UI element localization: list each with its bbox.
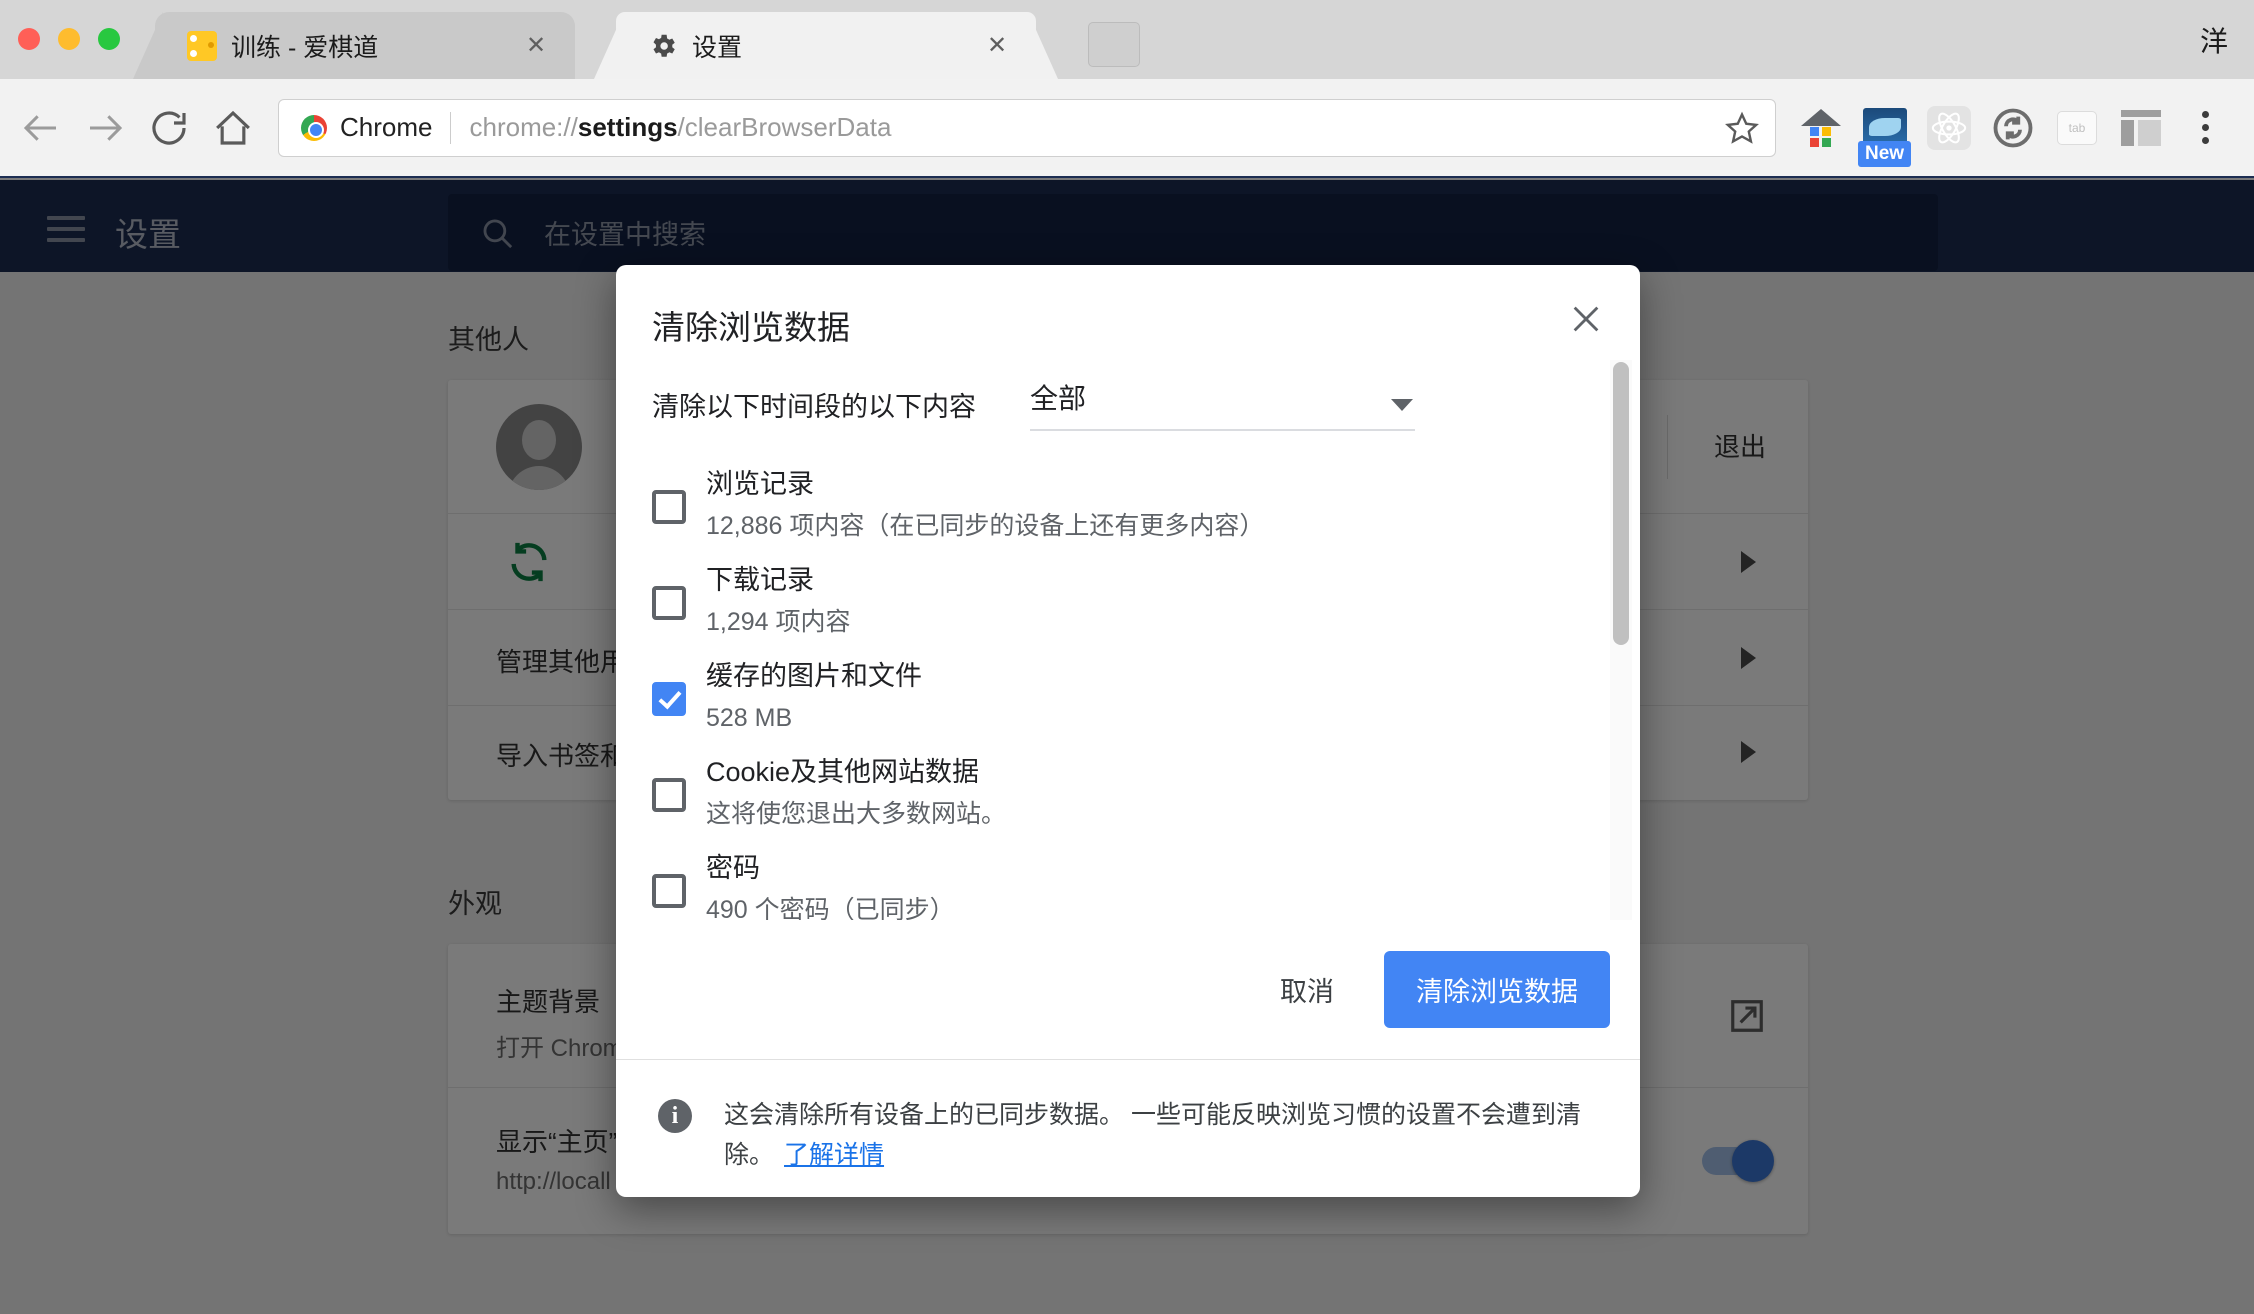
- list-item[interactable]: 密码 490 个密码（已同步）: [616, 852, 1640, 920]
- address-bar[interactable]: Chrome chrome://settings/clearBrowserDat…: [278, 98, 1776, 157]
- close-window-button[interactable]: [18, 28, 40, 50]
- note-text-wrap: 这会清除所有设备上的已同步数据。 一些可能反映浏览习惯的设置不会遭到清除。 了解详…: [724, 1095, 1598, 1175]
- option-title: 缓存的图片和文件: [706, 661, 922, 691]
- close-icon[interactable]: ✕: [984, 32, 1010, 59]
- dialog-note: i 这会清除所有设备上的已同步数据。 一些可能反映浏览习惯的设置不会遭到清除。了…: [616, 1061, 1640, 1197]
- learn-more-link[interactable]: 了解详情: [784, 1141, 884, 1169]
- omnibox-chip-label: Chrome: [340, 112, 433, 142]
- profile-badge[interactable]: 洋: [2200, 20, 2228, 60]
- close-icon[interactable]: ✕: [523, 32, 549, 59]
- home-icon[interactable]: [210, 105, 256, 151]
- lego-brick-icon: [187, 30, 217, 61]
- time-range-value: 全部: [1030, 383, 1087, 414]
- info-icon: i: [658, 1099, 692, 1133]
- url-path: /clearBrowserData: [677, 112, 892, 142]
- option-subtitle: 这将使您退出大多数网站。: [706, 799, 1007, 828]
- clear-data-button[interactable]: 清除浏览数据: [1384, 951, 1610, 1028]
- url-host: settings: [577, 112, 678, 142]
- list-item[interactable]: 浏览记录 12,886 项内容（在已同步的设备上还有更多内容）: [616, 468, 1640, 564]
- divider: [450, 111, 452, 144]
- checkbox-download-history[interactable]: [652, 586, 686, 620]
- new-badge: New: [1858, 140, 1912, 167]
- option-subtitle: 1,294 项内容: [706, 607, 851, 636]
- checkbox-cookies[interactable]: [652, 778, 686, 812]
- clear-browsing-data-dialog: 清除浏览数据 清除以下时间段的以下内容 全部 浏览记录 12,886 项内容（在…: [616, 265, 1640, 1197]
- list-item[interactable]: Cookie及其他网站数据 这将使您退出大多数网站。: [616, 756, 1640, 852]
- new-tab-button[interactable]: [1088, 22, 1140, 67]
- time-range-row: 清除以下时间段的以下内容 全部: [652, 377, 1415, 431]
- dialog-title: 清除浏览数据: [652, 309, 850, 346]
- tab-settings[interactable]: 设置 ✕: [616, 12, 1036, 79]
- data-type-list: 浏览记录 12,886 项内容（在已同步的设备上还有更多内容） 下载记录 1,2…: [616, 468, 1640, 920]
- browser-window: 设置 在设置中搜索 其他人 洋 w 退出: [0, 0, 2254, 1314]
- checkbox-cached-images[interactable]: [652, 682, 686, 716]
- option-title: 浏览记录: [706, 469, 814, 499]
- scrollbar-thumb[interactable]: [1613, 362, 1629, 645]
- time-range-select[interactable]: 全部: [1030, 377, 1415, 431]
- minimize-window-button[interactable]: [58, 28, 80, 50]
- dialog-footer: 取消 清除浏览数据: [616, 920, 1640, 1060]
- tab-training[interactable]: 训练 - 爱棋道 ✕: [155, 12, 575, 79]
- browser-toolbar: Chrome chrome://settings/clearBrowserDat…: [0, 79, 2254, 178]
- chevron-down-icon: [1391, 399, 1413, 411]
- home-color-icon[interactable]: [1796, 103, 1846, 153]
- dialog-scrollbar[interactable]: [1610, 360, 1632, 920]
- tab-label: 训练 - 爱棋道: [231, 33, 379, 62]
- bookmark-star-icon[interactable]: [1725, 111, 1759, 145]
- layout-panel-icon[interactable]: [2116, 103, 2166, 153]
- option-title: Cookie及其他网站数据: [706, 757, 980, 787]
- tab-strip: 训练 - 爱棋道 ✕ 设置 ✕ 洋: [0, 0, 2254, 79]
- list-item[interactable]: 下载记录 1,294 项内容: [616, 564, 1640, 660]
- close-icon[interactable]: [1560, 293, 1612, 345]
- omnibox-url: chrome://settings/clearBrowserData: [469, 112, 891, 143]
- sync-refresh-icon[interactable]: [1988, 103, 2038, 153]
- tab-label: 设置: [692, 33, 743, 62]
- tab-key-icon[interactable]: tab: [2052, 103, 2102, 153]
- url-prefix: chrome://: [469, 112, 578, 142]
- option-subtitle: 12,886 项内容（在已同步的设备上还有更多内容）: [706, 511, 1265, 540]
- option-title: 下载记录: [706, 565, 814, 595]
- new-extension-icon[interactable]: New: [1858, 103, 1912, 167]
- react-devtools-icon[interactable]: [1924, 103, 1974, 153]
- list-item[interactable]: 缓存的图片和文件 528 MB: [616, 660, 1640, 756]
- back-icon[interactable]: [18, 105, 64, 151]
- checkbox-browsing-history[interactable]: [652, 490, 686, 524]
- cancel-button[interactable]: 取消: [1256, 954, 1358, 1025]
- option-title: 密码: [706, 853, 760, 883]
- forward-icon[interactable]: [82, 105, 128, 151]
- option-subtitle: 528 MB: [706, 703, 793, 732]
- checkbox-passwords[interactable]: [652, 874, 686, 908]
- dialog-body: 清除以下时间段的以下内容 全部 浏览记录 12,886 项内容（在已同步的设备上…: [616, 360, 1640, 920]
- chrome-logo-icon: [301, 114, 327, 141]
- option-subtitle: 490 个密码（已同步）: [706, 895, 955, 920]
- extension-toolbar: New tab: [1796, 103, 2244, 167]
- gear-icon: [648, 31, 678, 61]
- maximize-window-button[interactable]: [98, 28, 120, 50]
- reload-icon[interactable]: [146, 105, 192, 151]
- window-controls: [18, 28, 120, 50]
- tab-key-label: tab: [2057, 110, 2097, 145]
- time-range-label: 清除以下时间段的以下内容: [652, 392, 976, 422]
- chrome-menu-icon[interactable]: [2180, 103, 2230, 153]
